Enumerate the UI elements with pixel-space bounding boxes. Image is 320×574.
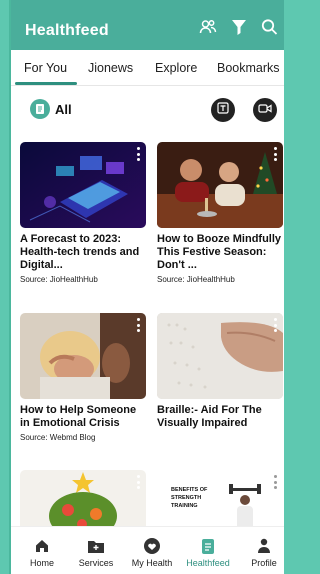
search-icon[interactable] bbox=[261, 18, 278, 36]
bottom-navigation: Home Services My Health Healthfeed Profi… bbox=[11, 526, 284, 574]
filter-all-label: All bbox=[55, 101, 72, 117]
more-options-icon[interactable] bbox=[137, 318, 141, 332]
tab-for-you[interactable]: For You bbox=[24, 61, 67, 75]
article-image bbox=[20, 313, 146, 399]
article-card[interactable]: A Forecast to 2023: Health-tech trends a… bbox=[20, 142, 146, 284]
people-icon[interactable] bbox=[199, 18, 217, 36]
tab-bookmarks[interactable]: Bookmarks bbox=[217, 61, 280, 75]
image-caption: BENEFITS OF STRENGTH TRAINING bbox=[171, 487, 208, 509]
text-filter-button[interactable] bbox=[211, 98, 235, 122]
tab-explore[interactable]: Explore bbox=[155, 61, 197, 75]
article-title: A Forecast to 2023: Health-tech trends a… bbox=[20, 233, 140, 271]
nav-my-health-label: My Health bbox=[131, 558, 173, 568]
article-image bbox=[157, 142, 283, 228]
more-options-icon[interactable] bbox=[274, 475, 278, 489]
active-tab-indicator bbox=[15, 82, 77, 85]
article-source: Source: Webmd Blog bbox=[20, 433, 96, 442]
app-bar-actions bbox=[199, 18, 278, 36]
heart-icon bbox=[123, 537, 181, 555]
app-screen: Healthfeed For You Jionews Explore Bookm… bbox=[9, 0, 284, 574]
nav-home[interactable]: Home bbox=[13, 537, 71, 568]
article-title: How to Booze Mindfully This Festive Seas… bbox=[157, 233, 282, 271]
nav-healthfeed-label: Healthfeed bbox=[186, 558, 230, 568]
more-options-icon[interactable] bbox=[137, 147, 141, 161]
content-filter-row: All bbox=[11, 92, 284, 128]
person-icon bbox=[235, 537, 284, 555]
app-bar: Healthfeed bbox=[11, 0, 284, 50]
nav-home-label: Home bbox=[29, 558, 54, 568]
article-title: Braille:- Aid For The Visually Impaired bbox=[157, 404, 262, 429]
folder-plus-icon bbox=[67, 537, 125, 555]
video-icon bbox=[258, 101, 272, 119]
home-icon bbox=[13, 537, 71, 555]
nav-healthfeed[interactable]: Healthfeed bbox=[179, 537, 237, 568]
nav-profile[interactable]: Profile bbox=[235, 537, 284, 568]
tab-jionews[interactable]: Jionews bbox=[88, 61, 133, 75]
article-card[interactable]: How to Booze Mindfully This Festive Seas… bbox=[157, 142, 283, 284]
article-image bbox=[157, 313, 283, 399]
feed-tabs: For You Jionews Explore Bookmarks bbox=[11, 50, 284, 86]
article-source: Source: JioHealthHub bbox=[20, 275, 98, 284]
filter-icon[interactable] bbox=[231, 18, 247, 36]
text-icon bbox=[217, 101, 229, 119]
nav-services[interactable]: Services bbox=[67, 537, 125, 568]
more-options-icon[interactable] bbox=[137, 475, 141, 489]
article-image bbox=[20, 142, 146, 228]
article-title: How to Help Someone in Emotional Crisis bbox=[20, 404, 137, 429]
app-title: Healthfeed bbox=[25, 22, 109, 39]
filter-all-chip[interactable]: All bbox=[30, 99, 72, 119]
nav-profile-label: Profile bbox=[251, 558, 277, 568]
document-icon bbox=[30, 99, 50, 119]
article-card[interactable]: Braille:- Aid For The Visually Impaired bbox=[157, 313, 283, 430]
more-options-icon[interactable] bbox=[274, 147, 278, 161]
nav-services-label: Services bbox=[78, 558, 114, 568]
more-options-icon[interactable] bbox=[274, 318, 278, 332]
nav-my-health[interactable]: My Health bbox=[123, 537, 181, 568]
document-icon bbox=[179, 537, 237, 555]
article-card[interactable]: How to Help Someone in Emotional Crisis … bbox=[20, 313, 146, 442]
article-source: Source: JioHealthHub bbox=[157, 275, 235, 284]
video-filter-button[interactable] bbox=[253, 98, 277, 122]
